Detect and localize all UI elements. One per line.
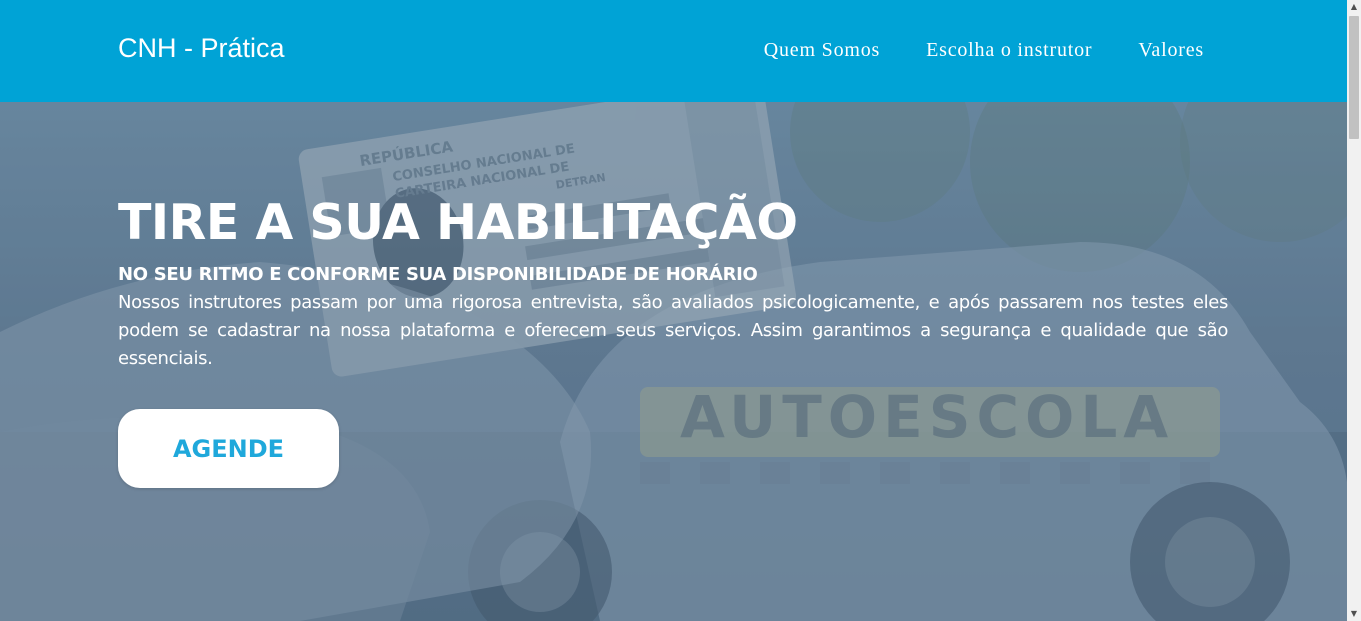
top-navbar: CNH - Prática Quem Somos Escolha o instr… (0, 0, 1347, 102)
vertical-scrollbar[interactable]: ▲ ▼ (1347, 0, 1361, 621)
hero-content: TIRE A SUA HABILITAÇÃO NO SEU RITMO E CO… (118, 194, 1228, 373)
nav-links: Quem Somos Escolha o instrutor Valores (764, 39, 1204, 62)
hero-title: TIRE A SUA HABILITAÇÃO (118, 194, 798, 251)
scrollbar-thumb[interactable] (1349, 16, 1359, 139)
agende-button[interactable]: AGENDE (118, 409, 339, 488)
scroll-up-arrow-icon[interactable]: ▲ (1347, 0, 1361, 14)
nav-link-quem-somos[interactable]: Quem Somos (764, 39, 880, 62)
hero-description: Nossos instrutores passam por uma rigoro… (118, 292, 1228, 370)
nav-link-escolha-instrutor[interactable]: Escolha o instrutor (926, 39, 1092, 62)
nav-link-valores[interactable]: Valores (1138, 39, 1204, 62)
hero-section: AUTOESCOLA REPÚBLICA CONSELHO NACIONAL D… (0, 102, 1347, 621)
scroll-down-arrow-icon[interactable]: ▼ (1347, 607, 1361, 621)
hero-subtitle: NO SEU RITMO E CONFORME SUA DISPONIBILID… (118, 263, 758, 285)
brand-logo[interactable]: CNH - Prática (118, 33, 285, 64)
